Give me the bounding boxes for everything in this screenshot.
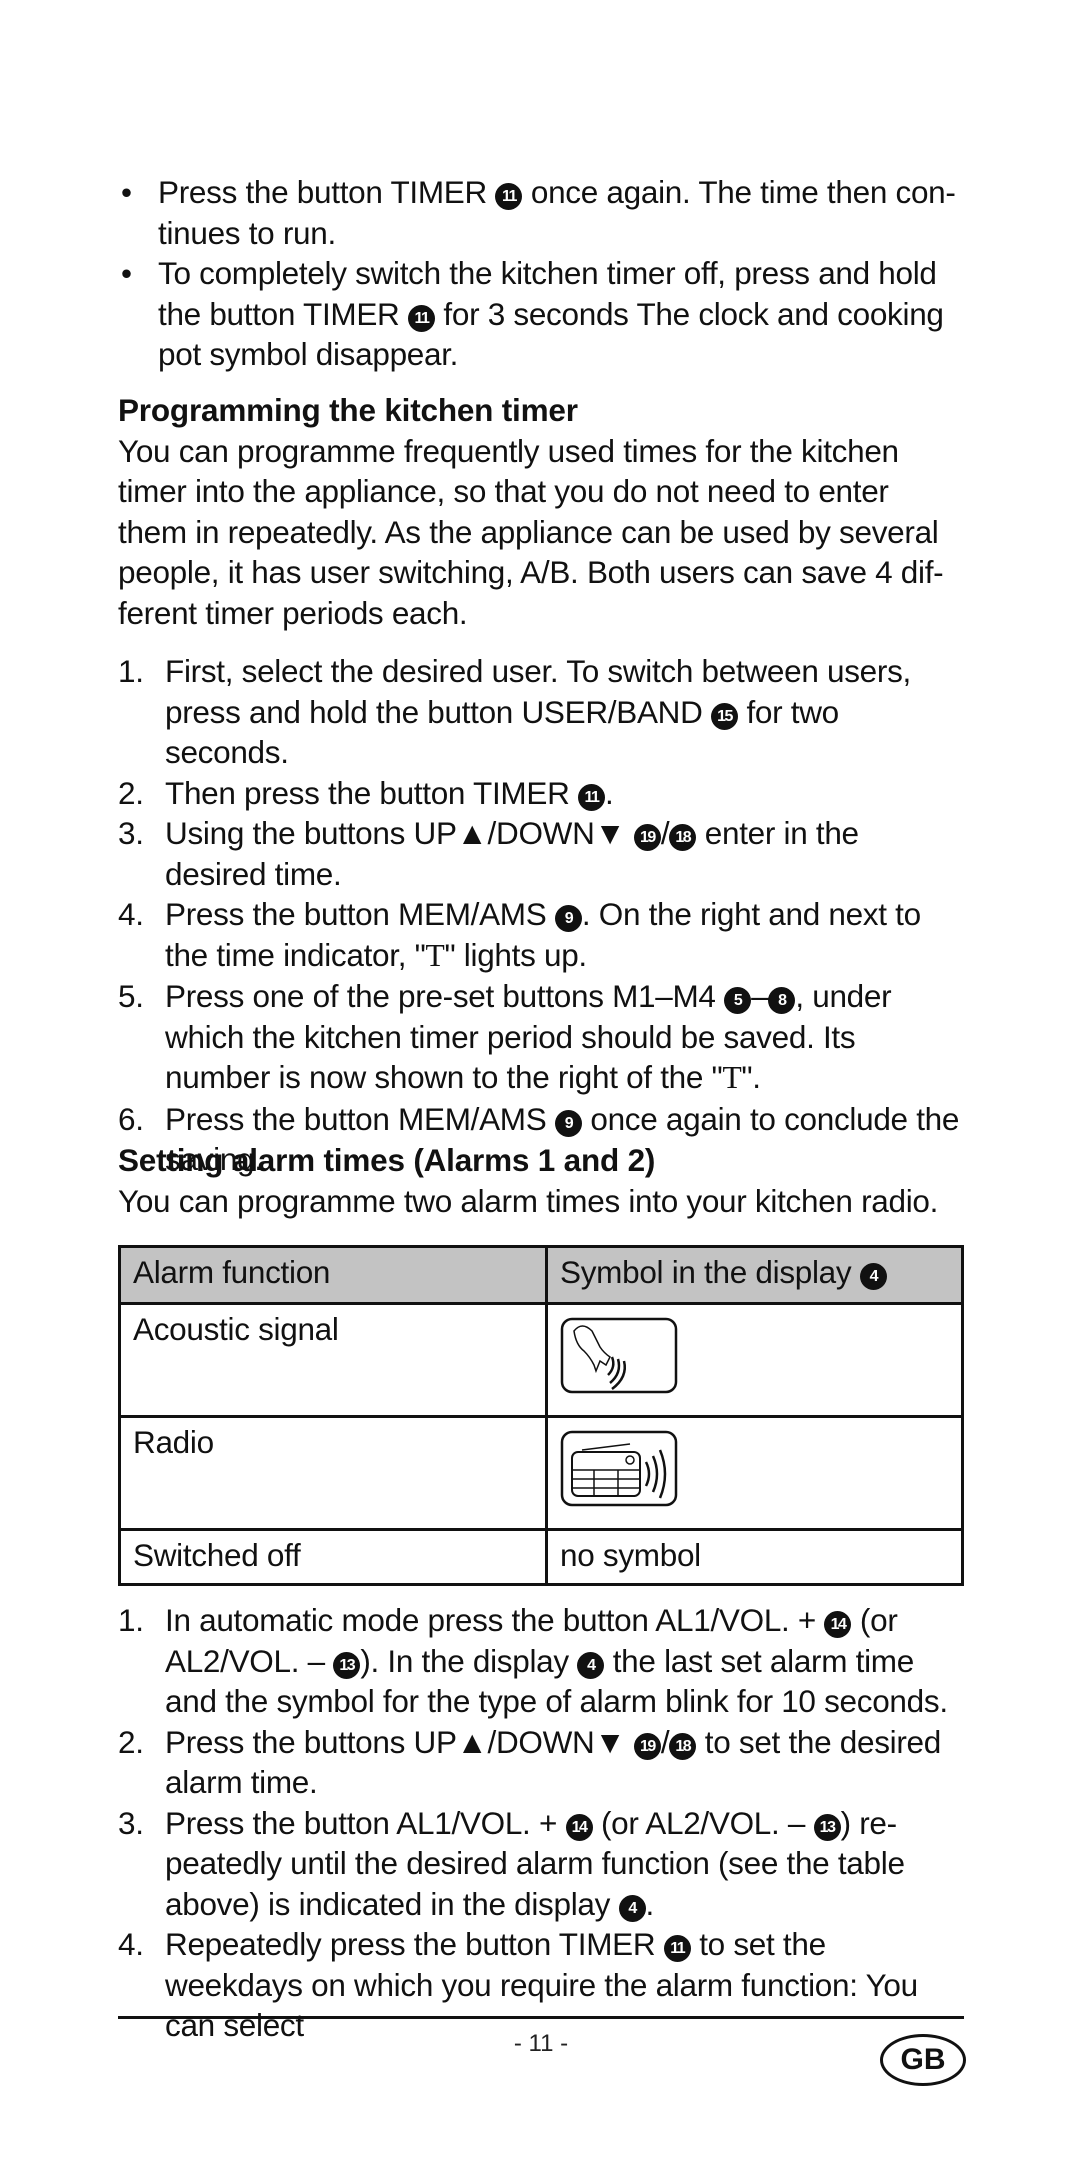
step-item: 4. Press the button MEM/AMS 9. On the rig… (118, 896, 921, 973)
section-heading: Setting alarm times (Alarms 1 and 2) (118, 1142, 656, 1178)
callout-badge: 11 (663, 1935, 691, 1962)
callout-badge: 11 (495, 183, 523, 210)
callout-badge: 9 (554, 1109, 582, 1137)
step-item: 3. Using the buttons UP▲/DOWN▼ 19/18 ente… (118, 815, 859, 892)
callout-badge: 9 (554, 905, 582, 932)
section-programming-timer: Programming the kitchen timer You can pr… (118, 390, 964, 633)
footer-divider (118, 2016, 964, 2019)
table-cell-function: Acoustic signal (118, 1302, 548, 1418)
callout-badge: 19 (633, 1732, 661, 1760)
language-badge: GB (880, 2034, 966, 2086)
bullet-dot: • (121, 255, 132, 291)
step-item: 4. Repeatedly press the button TIMER 11 t… (118, 1926, 918, 2043)
table-cell-function: Radio (118, 1415, 548, 1531)
step-item: 1. First, select the desired user. To swi… (118, 653, 911, 770)
radio-icon (560, 1430, 678, 1507)
callout-badge: 4 (577, 1651, 605, 1679)
step-item: 1. In automatic mode press the button AL1… (118, 1602, 948, 1719)
callout-badge: 4 (859, 1263, 887, 1290)
table-row: Radio (118, 1415, 964, 1531)
callout-badge: 5 (724, 987, 752, 1014)
callout-badge: 11 (577, 783, 605, 811)
callout-badge: 15 (711, 702, 739, 730)
timer-indicator-symbol: T (722, 1060, 742, 1095)
step-item: 2. Press the buttons UP▲/DOWN▼ 19/18 to s… (118, 1723, 941, 1801)
section-alarm-times: Setting alarm times (Alarms 1 and 2) You… (118, 1140, 964, 1221)
table-cell-symbol (545, 1302, 964, 1418)
table-cell-function: Switched off (118, 1528, 548, 1586)
step-item: 5. Press one of the pre-set buttons M1–M4… (118, 978, 892, 1095)
alarm-function-table: Alarm function Symbol in the display 4 A… (118, 1245, 964, 1586)
callout-badge: 4 (618, 1894, 646, 1922)
callout-badge: 11 (407, 304, 435, 332)
callout-badge: 18 (669, 1732, 697, 1760)
page-number: - 11 - (513, 2030, 569, 2057)
section-intro: You can programme two alarm times into y… (118, 1182, 939, 1219)
bullet-dot: • (121, 174, 132, 210)
table-cell-symbol (545, 1415, 964, 1531)
timer-steps-list: 1. First, select the desired user. To swi… (118, 651, 964, 1180)
table-row: Acoustic signal (118, 1302, 964, 1418)
alarm-steps-list: 1. In automatic mode press the button AL1… (118, 1600, 964, 2046)
callout-badge: 13 (813, 1813, 841, 1841)
table-header-cell: Symbol in the display 4 (545, 1245, 964, 1305)
bell-icon (560, 1317, 678, 1394)
timer-indicator-symbol: T (425, 937, 445, 973)
callout-badge: 18 (669, 824, 697, 851)
table-cell-symbol: no symbol (545, 1528, 964, 1586)
table-row: Switched off no symbol (118, 1528, 964, 1586)
callout-badge: 8 (768, 987, 796, 1014)
callout-badge: 19 (633, 824, 661, 851)
bullet-item: • Press the button TIMER 11 once again. T… (121, 174, 956, 251)
table-header-cell: Alarm function (118, 1245, 548, 1305)
bullet-item: • To completely switch the kitchen timer … (121, 255, 944, 372)
callout-badge: 14 (824, 1611, 852, 1638)
table-header-row: Alarm function Symbol in the display 4 (118, 1245, 964, 1305)
bullet-list: • Press the button TIMER 11 once again. T… (118, 172, 964, 375)
callout-badge: 14 (565, 1813, 593, 1841)
callout-badge: 13 (333, 1651, 361, 1679)
step-item: 2. Then press the button TIMER 11. (118, 774, 614, 811)
section-intro: You can programme frequently used times … (118, 432, 944, 631)
section-heading: Programming the kitchen timer (118, 392, 578, 428)
step-item: 3. Press the button AL1/VOL. + 14 (or AL2… (118, 1804, 905, 1922)
